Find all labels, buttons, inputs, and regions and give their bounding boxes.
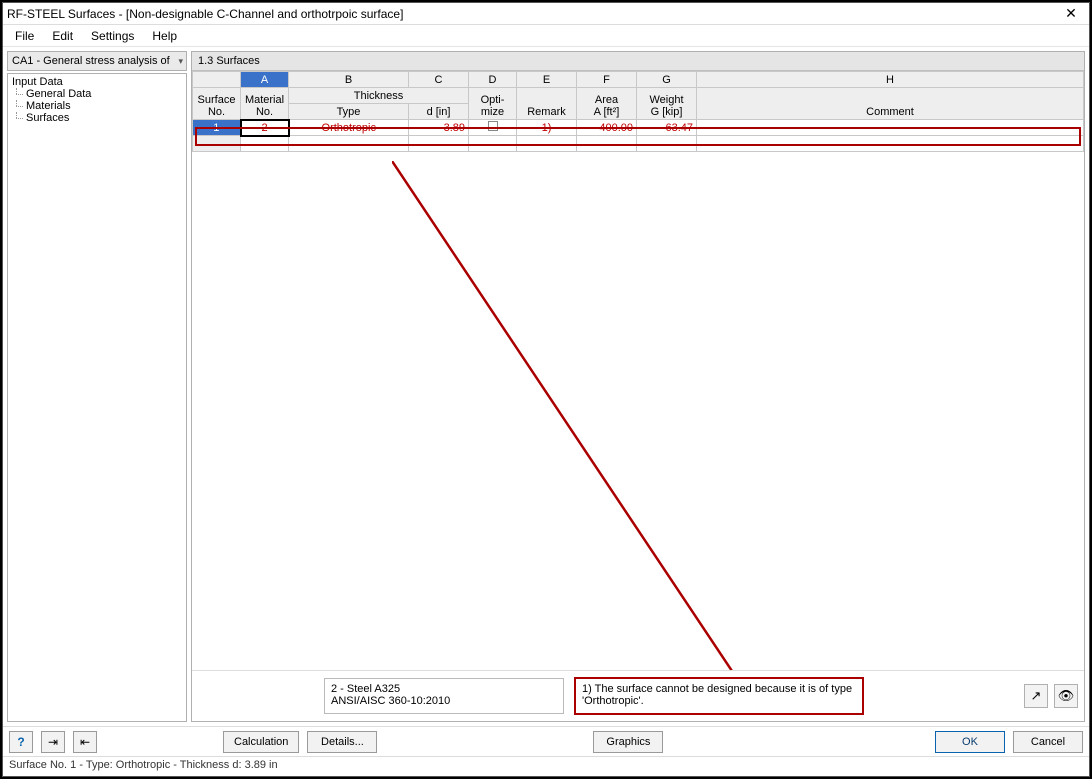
h-weight: WeightG [kip]: [637, 88, 697, 120]
app-window: RF-STEEL Surfaces - [Non-designable C-Ch…: [2, 2, 1090, 777]
h-comment: Comment: [697, 88, 1084, 120]
h-opti: Opti-mize: [469, 88, 517, 120]
remark-message: 1) The surface cannot be designed becaus…: [582, 683, 852, 707]
surfaces-table[interactable]: A B C D E F G H SurfaceNo. MaterialNo. T…: [192, 71, 1084, 152]
help-icon[interactable]: ?: [9, 731, 33, 753]
material-line1: 2 - Steel A325: [331, 683, 557, 695]
main-panel: 1.3 Surfaces A B C D E F G: [191, 51, 1085, 722]
tree-general-data[interactable]: General Data: [12, 88, 182, 100]
col-F[interactable]: F: [577, 72, 637, 88]
table-row[interactable]: 1 2 Orthotropic 3.89 1) 400.00 63.47: [193, 120, 1084, 136]
remark-message-box: 1) The surface cannot be designed becaus…: [574, 677, 864, 715]
import-icon[interactable]: ⇥: [41, 731, 65, 753]
eye-icon[interactable]: 👁: [1054, 684, 1078, 708]
cell-weight[interactable]: 63.47: [637, 120, 697, 136]
cell-optimize[interactable]: [469, 120, 517, 136]
panel-title: 1.3 Surfaces: [192, 52, 1084, 71]
annotation-arrow: [392, 161, 992, 670]
cell-remark[interactable]: 1): [517, 120, 577, 136]
col-D[interactable]: D: [469, 72, 517, 88]
cell-d[interactable]: 3.89: [409, 120, 469, 136]
menu-file[interactable]: File: [11, 27, 38, 45]
bottom-bar: ? ⇥ ⇤ Calculation Details... Graphics OK…: [3, 726, 1089, 756]
left-pane: CA1 - General stress analysis of ▾ Input…: [7, 51, 187, 722]
case-combo-text: CA1 - General stress analysis of: [12, 55, 170, 67]
cell-area[interactable]: 400.00: [577, 120, 637, 136]
status-text: Surface No. 1 - Type: Orthotropic - Thic…: [9, 759, 278, 771]
cell-surfno[interactable]: 1: [193, 120, 241, 136]
statusbar: Surface No. 1 - Type: Orthotropic - Thic…: [3, 756, 1089, 776]
col-B[interactable]: B: [289, 72, 409, 88]
sh-d: d [in]: [409, 104, 469, 120]
cell-matno[interactable]: 2: [241, 120, 289, 136]
col-blank: [193, 72, 241, 88]
export-icon[interactable]: ⇤: [73, 731, 97, 753]
chevron-down-icon: ▾: [178, 56, 183, 67]
menubar: File Edit Settings Help: [3, 25, 1089, 47]
col-C[interactable]: C: [409, 72, 469, 88]
titlebar: RF-STEEL Surfaces - [Non-designable C-Ch…: [3, 3, 1089, 25]
h-material: MaterialNo.: [241, 88, 289, 120]
material-line2: ANSI/AISC 360-10:2010: [331, 695, 557, 707]
tree-materials[interactable]: Materials: [12, 100, 182, 112]
h-thickness: Thickness: [289, 88, 469, 104]
body: CA1 - General stress analysis of ▾ Input…: [3, 47, 1089, 726]
h-remark: Remark: [517, 88, 577, 120]
cell-type[interactable]: Orthotropic: [289, 120, 409, 136]
grid-wrap: A B C D E F G H SurfaceNo. MaterialNo. T…: [192, 71, 1084, 670]
info-right-icons: ↗ 👁: [870, 684, 1078, 708]
graphics-button[interactable]: Graphics: [593, 731, 663, 753]
h-area: AreaA [ft²]: [577, 88, 637, 120]
empty-rowhead: [193, 136, 241, 152]
tree-surfaces[interactable]: Surfaces: [12, 112, 182, 124]
checkbox-icon[interactable]: [488, 121, 498, 131]
col-H[interactable]: H: [697, 72, 1084, 88]
window-title: RF-STEEL Surfaces - [Non-designable C-Ch…: [7, 7, 1057, 21]
nav-tree[interactable]: Input Data General Data Materials Surfac…: [7, 73, 187, 722]
cancel-button[interactable]: Cancel: [1013, 731, 1083, 753]
cell-comment[interactable]: [697, 120, 1084, 136]
col-A[interactable]: A: [241, 72, 289, 88]
menu-help[interactable]: Help: [148, 27, 181, 45]
h-surface: SurfaceNo.: [193, 88, 241, 120]
tree-root[interactable]: Input Data: [12, 76, 182, 88]
pick-icon[interactable]: ↗: [1024, 684, 1048, 708]
case-combo[interactable]: CA1 - General stress analysis of ▾: [7, 51, 187, 71]
sh-type: Type: [289, 104, 409, 120]
details-button[interactable]: Details...: [307, 731, 377, 753]
close-icon[interactable]: ✕: [1057, 5, 1085, 22]
ok-button[interactable]: OK: [935, 731, 1005, 753]
info-band: 2 - Steel A325 ANSI/AISC 360-10:2010 1) …: [192, 670, 1084, 721]
calculation-button[interactable]: Calculation: [223, 731, 299, 753]
col-E[interactable]: E: [517, 72, 577, 88]
col-G[interactable]: G: [637, 72, 697, 88]
menu-settings[interactable]: Settings: [87, 27, 138, 45]
material-info-box: 2 - Steel A325 ANSI/AISC 360-10:2010: [324, 678, 564, 714]
menu-edit[interactable]: Edit: [48, 27, 77, 45]
